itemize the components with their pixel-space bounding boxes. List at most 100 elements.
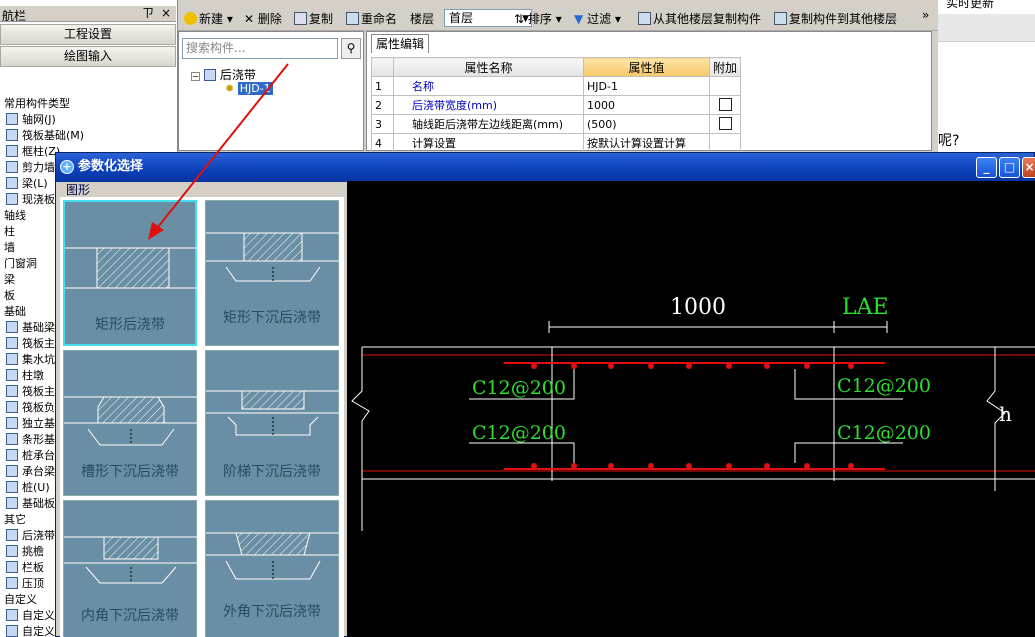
- toolbar: 新建 ▾ ✕ 删除 复制 重命名 楼层 首层 ▼ ⇅ 排序 ▾ ▼ 过滤 ▾ 从其…: [178, 6, 938, 31]
- eave-icon: [6, 545, 18, 557]
- foundation-beam-icon: [6, 321, 18, 333]
- parapet-icon: [6, 561, 18, 573]
- raft-icon: [6, 385, 18, 397]
- shape-label-outer-corner: 外角下沉后浇带: [223, 604, 321, 620]
- tree-child[interactable]: ✹ HJD-1: [225, 82, 273, 95]
- width-dimension: 1000: [670, 295, 726, 320]
- shape-tile-inner-corner[interactable]: 内角下沉后浇带: [63, 500, 198, 637]
- shape-tile-outer-corner[interactable]: 外角下沉后浇带: [205, 500, 340, 637]
- collapse-icon[interactable]: −: [191, 72, 200, 81]
- delete-icon: ✕: [244, 12, 255, 26]
- column-pier-icon: [6, 369, 18, 381]
- custom-icon: [6, 609, 18, 621]
- filter-icon: ▼: [574, 12, 584, 26]
- copy-to-floor-button[interactable]: 复制构件到其他楼层: [774, 10, 897, 27]
- copy-to-icon: [774, 12, 787, 25]
- shape-label-rect-sunken: 矩形下沉后浇带: [223, 310, 321, 326]
- dialog-title: 参数化选择: [78, 159, 144, 174]
- right-header: [938, 14, 1035, 42]
- foundation-slab-icon: [6, 497, 18, 509]
- raft-icon: [6, 401, 18, 413]
- column-icon: [6, 145, 18, 157]
- shape-gallery: 矩形后浇带 矩形下沉后浇带 槽形下沉后浇带 阶梯下沉后浇带 内角下沉后浇带 外角…: [60, 197, 344, 637]
- footing-icon: [6, 417, 18, 429]
- nav-title-bar: 航栏 ㄗ ×: [0, 6, 176, 23]
- tab-property-edit[interactable]: 属性编辑: [371, 34, 429, 53]
- rename-button[interactable]: 重命名: [346, 10, 397, 27]
- rebar-dots: [531, 363, 854, 469]
- extra-checkbox[interactable]: [718, 98, 732, 111]
- slab-icon: [6, 193, 18, 205]
- pile-icon: [6, 481, 18, 493]
- rename-icon: [346, 12, 359, 25]
- rebar-label-top-right: C12@200: [837, 375, 931, 397]
- drawing-input-button[interactable]: 绘图输入: [0, 46, 176, 67]
- pit-icon: [6, 353, 18, 365]
- section-preview: 1000 LAE C12@200 C12@200 C12@200 C12@200…: [347, 181, 1035, 637]
- project-settings-button[interactable]: 工程设置: [0, 24, 176, 45]
- table-row[interactable]: 1 名称 HJD-1: [371, 76, 742, 96]
- height-label: h: [999, 402, 1012, 426]
- new-icon: [184, 12, 197, 25]
- coping-icon: [6, 577, 18, 589]
- extra-checkbox[interactable]: [718, 117, 732, 130]
- close-button[interactable]: ×: [1022, 157, 1035, 178]
- shape-tile-trough[interactable]: 槽形下沉后浇带: [63, 350, 198, 496]
- property-table: 属性名称 属性值 附加 1 名称 HJD-1 2 后浇带宽度(mm) 1000 …: [371, 57, 742, 153]
- header-extra: 附加: [708, 57, 742, 77]
- floor-label: 楼层: [410, 12, 435, 26]
- table-row[interactable]: 4 计算设置 按默认计算设置计算: [371, 133, 742, 153]
- question-text: 呢?: [938, 133, 960, 149]
- copy-from-icon: [638, 12, 651, 25]
- post-pour-section-drawing: 1000 LAE C12@200 C12@200 C12@200 C12@200…: [351, 295, 1035, 531]
- filter-button[interactable]: ▼ 过滤 ▾: [574, 10, 621, 27]
- parametric-select-dialog: + 参数化选择 _ □ × 图形 矩形后浇带 矩形下沉后浇带 槽形下沉后浇带 阶…: [55, 152, 1035, 637]
- raft-icon: [6, 337, 18, 349]
- table-row[interactable]: 2 后浇带宽度(mm) 1000: [371, 95, 742, 115]
- property-panel: 属性编辑 属性名称 属性值 附加 1 名称 HJD-1 2 后浇带宽度(mm) …: [366, 31, 932, 153]
- post-pour-strip-icon: [203, 69, 216, 81]
- header-value: 属性值: [583, 57, 710, 77]
- delete-button[interactable]: ✕ 删除: [244, 10, 282, 27]
- cap-beam-icon: [6, 465, 18, 477]
- search-input[interactable]: 搜索构件...: [182, 38, 338, 59]
- shape-label-rect: 矩形后浇带: [95, 317, 165, 333]
- shape-tile-rect[interactable]: 矩形后浇带: [63, 200, 199, 346]
- close-icon[interactable]: ×: [160, 7, 172, 19]
- nav-title: 航栏: [2, 9, 27, 23]
- tree-group[interactable]: 常用构件类型: [0, 96, 84, 112]
- post-pour-strip-icon: [6, 529, 18, 541]
- table-row[interactable]: 3 轴线距后浇带左边线距离(mm) (500): [371, 114, 742, 134]
- copy-from-floor-button[interactable]: 从其他楼层复制构件: [638, 10, 761, 27]
- pin-icon[interactable]: ㄗ: [142, 7, 154, 19]
- dialog-title-bar[interactable]: + 参数化选择 _ □ ×: [56, 153, 1035, 182]
- dialog-app-icon: +: [60, 160, 74, 174]
- maximize-button[interactable]: □: [999, 157, 1020, 178]
- header-name: 属性名称: [393, 57, 584, 77]
- right-panel: 实时更新 呢?: [938, 0, 1035, 152]
- rebar-label-top-left: C12@200: [472, 377, 566, 399]
- raft-icon: [6, 129, 18, 141]
- tree-item[interactable]: 轴网(J): [0, 112, 84, 128]
- copy-button[interactable]: 复制: [294, 10, 333, 27]
- table-header: 属性名称 属性值 附加: [371, 57, 742, 77]
- shape-label-step: 阶梯下沉后浇带: [223, 464, 321, 480]
- more-button[interactable]: »: [922, 8, 929, 22]
- rebar-label-bottom-right: C12@200: [837, 422, 931, 444]
- minimize-button[interactable]: _: [976, 157, 997, 178]
- lae-dimension: LAE: [842, 295, 889, 320]
- axis-grid-icon: [6, 113, 18, 125]
- copy-icon: [294, 12, 307, 25]
- shape-tile-step[interactable]: 阶梯下沉后浇带: [205, 350, 340, 496]
- tree-root[interactable]: − 后浇带: [191, 66, 256, 83]
- search-icon[interactable]: ⚲: [341, 38, 361, 59]
- sort-icon: ⇅: [514, 12, 525, 26]
- shape-label-trough: 槽形下沉后浇带: [81, 464, 179, 480]
- strip-footing-icon: [6, 433, 18, 445]
- shape-tile-rect-sunken[interactable]: 矩形下沉后浇带: [205, 200, 340, 346]
- shape-label-inner-corner: 内角下沉后浇带: [81, 608, 179, 624]
- sort-button[interactable]: ⇅ 排序 ▾: [514, 10, 562, 27]
- component-list-panel: 搜索构件... ⚲ − 后浇带 ✹ HJD-1: [178, 31, 364, 151]
- tree-item[interactable]: 筏板基础(M): [0, 128, 84, 144]
- new-button[interactable]: 新建 ▾: [184, 10, 233, 27]
